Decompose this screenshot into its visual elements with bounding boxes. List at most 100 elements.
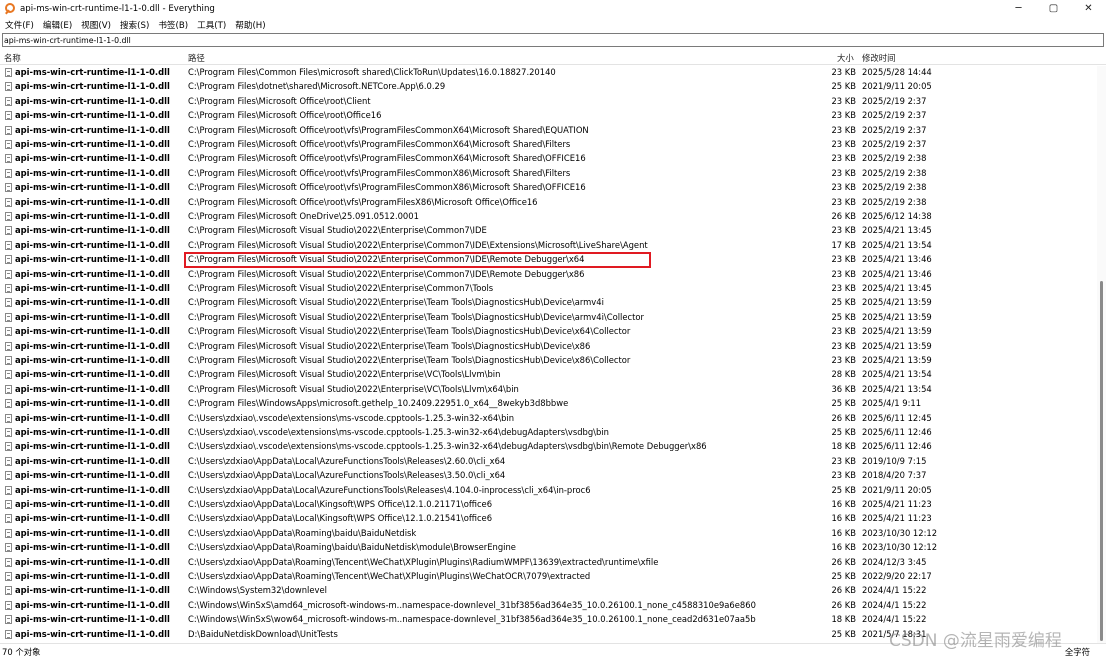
search-input[interactable] — [3, 34, 1100, 46]
vertical-scrollbar[interactable] — [1097, 66, 1106, 643]
column-name[interactable]: 名称 — [4, 52, 21, 64]
file-size: 23 KB — [831, 225, 856, 236]
table-row[interactable]: api-ms-win-crt-runtime-l1-1-0.dll C:\Prog… — [0, 210, 1095, 224]
table-row[interactable]: api-ms-win-crt-runtime-l1-1-0.dll C:\User… — [0, 512, 1095, 526]
file-modified: 2024/4/1 15:22 — [862, 599, 927, 610]
minimize-button[interactable]: ─ — [1001, 0, 1036, 17]
file-size: 25 KB — [831, 398, 856, 409]
table-row[interactable]: api-ms-win-crt-runtime-l1-1-0.dll C:\Prog… — [0, 354, 1095, 368]
table-row[interactable]: api-ms-win-crt-runtime-l1-1-0.dll C:\Prog… — [0, 152, 1095, 166]
table-row[interactable]: api-ms-win-crt-runtime-l1-1-0.dll C:\User… — [0, 469, 1095, 483]
table-row[interactable]: api-ms-win-crt-runtime-l1-1-0.dll C:\Prog… — [0, 325, 1095, 339]
table-row[interactable]: api-ms-win-crt-runtime-l1-1-0.dll C:\Prog… — [0, 268, 1095, 282]
table-row[interactable]: api-ms-win-crt-runtime-l1-1-0.dll C:\User… — [0, 440, 1095, 454]
table-row[interactable]: api-ms-win-crt-runtime-l1-1-0.dll C:\Prog… — [0, 167, 1095, 181]
file-name: api-ms-win-crt-runtime-l1-1-0.dll — [15, 182, 170, 193]
file-name: api-ms-win-crt-runtime-l1-1-0.dll — [15, 211, 170, 221]
file-name: api-ms-win-crt-runtime-l1-1-0.dll — [15, 527, 170, 538]
file-modified: 2018/4/20 7:37 — [862, 470, 927, 481]
file-path: C:\Program Files\Microsoft Visual Studio… — [188, 297, 604, 308]
file-modified: 2025/2/19 2:38 — [862, 196, 927, 207]
table-row[interactable]: api-ms-win-crt-runtime-l1-1-0.dll C:\User… — [0, 527, 1095, 541]
file-path: C:\Program Files\WindowsApps\microsoft.g… — [188, 398, 569, 409]
table-row[interactable]: api-ms-win-crt-runtime-l1-1-0.dll C:\User… — [0, 541, 1095, 555]
table-row[interactable]: api-ms-win-crt-runtime-l1-1-0.dll C:\User… — [0, 498, 1095, 512]
file-name: api-ms-win-crt-runtime-l1-1-0.dll — [15, 326, 170, 337]
file-modified: 2025/6/11 12:46 — [862, 441, 932, 452]
file-name: api-ms-win-crt-runtime-l1-1-0.dll — [15, 599, 170, 610]
file-size: 18 KB — [831, 441, 856, 452]
menu-bookmarks[interactable]: 书签(B) — [153, 19, 192, 31]
table-row[interactable]: api-ms-win-crt-runtime-l1-1-0.dll C:\Prog… — [0, 311, 1095, 325]
dll-file-icon — [5, 197, 12, 207]
column-modified[interactable]: 修改时间 — [862, 52, 896, 64]
table-row[interactable]: api-ms-win-crt-runtime-l1-1-0.dll C:\Prog… — [0, 138, 1095, 152]
file-path: C:\Program Files\Microsoft Visual Studio… — [188, 311, 644, 322]
table-row[interactable]: api-ms-win-crt-runtime-l1-1-0.dll C:\Prog… — [0, 224, 1095, 238]
file-path: C:\Program Files\Common Files\microsoft … — [188, 67, 556, 77]
file-name: api-ms-win-crt-runtime-l1-1-0.dll — [15, 153, 170, 164]
table-row[interactable]: api-ms-win-crt-runtime-l1-1-0.dll C:\Wind… — [0, 599, 1095, 613]
dll-file-icon — [5, 96, 12, 106]
file-name: api-ms-win-crt-runtime-l1-1-0.dll — [15, 110, 170, 121]
file-path: C:\Program Files\Microsoft Office\root\v… — [188, 124, 589, 135]
dll-file-icon — [5, 226, 12, 236]
scrollbar-thumb[interactable] — [1100, 281, 1103, 641]
table-row[interactable]: api-ms-win-crt-runtime-l1-1-0.dll C:\Prog… — [0, 66, 1095, 80]
table-row[interactable]: api-ms-win-crt-runtime-l1-1-0.dll C:\Wind… — [0, 584, 1095, 598]
column-size[interactable]: 大小 — [837, 52, 854, 64]
file-path: C:\Program Files\Microsoft Visual Studio… — [188, 239, 648, 250]
table-row[interactable]: api-ms-win-crt-runtime-l1-1-0.dll C:\Prog… — [0, 80, 1095, 94]
file-name: api-ms-win-crt-runtime-l1-1-0.dll — [15, 67, 170, 77]
table-row[interactable]: api-ms-win-crt-runtime-l1-1-0.dll C:\User… — [0, 426, 1095, 440]
dll-file-icon — [5, 68, 12, 77]
file-size: 28 KB — [831, 369, 856, 380]
file-modified: 2025/4/1 9:11 — [862, 398, 922, 409]
table-row[interactable]: api-ms-win-crt-runtime-l1-1-0.dll C:\User… — [0, 412, 1095, 426]
table-row[interactable]: api-ms-win-crt-runtime-l1-1-0.dll C:\Prog… — [0, 124, 1095, 138]
file-path: C:\Program Files\Microsoft Visual Studio… — [188, 326, 631, 337]
maximize-button[interactable]: ▢ — [1036, 0, 1071, 17]
table-row[interactable]: api-ms-win-crt-runtime-l1-1-0.dll C:\Prog… — [0, 340, 1095, 354]
table-row[interactable]: api-ms-win-crt-runtime-l1-1-0.dll C:\User… — [0, 570, 1095, 584]
table-row[interactable]: api-ms-win-crt-runtime-l1-1-0.dll C:\Prog… — [0, 383, 1095, 397]
dll-file-icon — [5, 312, 12, 322]
menu-tools[interactable]: 工具(T) — [192, 19, 230, 31]
menu-help[interactable]: 帮助(H) — [230, 19, 269, 31]
file-path: C:\Program Files\Microsoft Office\root\v… — [188, 139, 571, 149]
dll-file-icon — [5, 341, 12, 351]
dll-file-icon — [5, 240, 12, 250]
file-size: 23 KB — [831, 139, 856, 149]
file-modified: 2024/12/3 3:45 — [862, 556, 927, 567]
table-row[interactable]: api-ms-win-crt-runtime-l1-1-0.dll C:\Prog… — [0, 397, 1095, 411]
table-row[interactable]: api-ms-win-crt-runtime-l1-1-0.dll C:\Prog… — [0, 368, 1095, 382]
file-path: C:\Program Files\Microsoft Office\root\C… — [188, 95, 371, 106]
table-row[interactable]: api-ms-win-crt-runtime-l1-1-0.dll C:\User… — [0, 484, 1095, 498]
close-button[interactable]: ✕ — [1071, 0, 1106, 17]
menu-edit[interactable]: 编辑(E) — [38, 19, 76, 31]
file-name: api-ms-win-crt-runtime-l1-1-0.dll — [15, 585, 170, 596]
file-modified: 2022/9/20 22:17 — [862, 571, 932, 581]
file-modified: 2024/4/1 15:22 — [862, 585, 927, 596]
dll-file-icon — [5, 255, 12, 265]
table-row[interactable]: api-ms-win-crt-runtime-l1-1-0.dll C:\Prog… — [0, 181, 1095, 195]
menu-search[interactable]: 搜索(S) — [115, 19, 153, 31]
table-row[interactable]: api-ms-win-crt-runtime-l1-1-0.dll C:\Prog… — [0, 109, 1095, 123]
table-row[interactable]: api-ms-win-crt-runtime-l1-1-0.dll C:\Prog… — [0, 95, 1095, 109]
file-name: api-ms-win-crt-runtime-l1-1-0.dll — [15, 484, 170, 495]
table-row[interactable]: api-ms-win-crt-runtime-l1-1-0.dll C:\Prog… — [0, 196, 1095, 210]
dll-file-icon — [5, 168, 12, 178]
table-row[interactable]: api-ms-win-crt-runtime-l1-1-0.dll C:\User… — [0, 455, 1095, 469]
file-modified: 2025/4/21 13:54 — [862, 383, 932, 394]
match-mode[interactable]: 全字符 — [1065, 646, 1090, 658]
dll-file-icon — [5, 528, 12, 538]
dll-file-icon — [5, 456, 12, 466]
table-row[interactable]: api-ms-win-crt-runtime-l1-1-0.dll C:\Prog… — [0, 282, 1095, 296]
file-path: C:\Program Files\Microsoft Visual Studio… — [188, 268, 585, 279]
search-box — [2, 33, 1104, 47]
table-row[interactable]: api-ms-win-crt-runtime-l1-1-0.dll C:\User… — [0, 556, 1095, 570]
table-row[interactable]: api-ms-win-crt-runtime-l1-1-0.dll C:\Prog… — [0, 296, 1095, 310]
menu-file[interactable]: 文件(F) — [0, 19, 38, 31]
menu-view[interactable]: 视图(V) — [76, 19, 115, 31]
column-path[interactable]: 路径 — [188, 52, 205, 64]
